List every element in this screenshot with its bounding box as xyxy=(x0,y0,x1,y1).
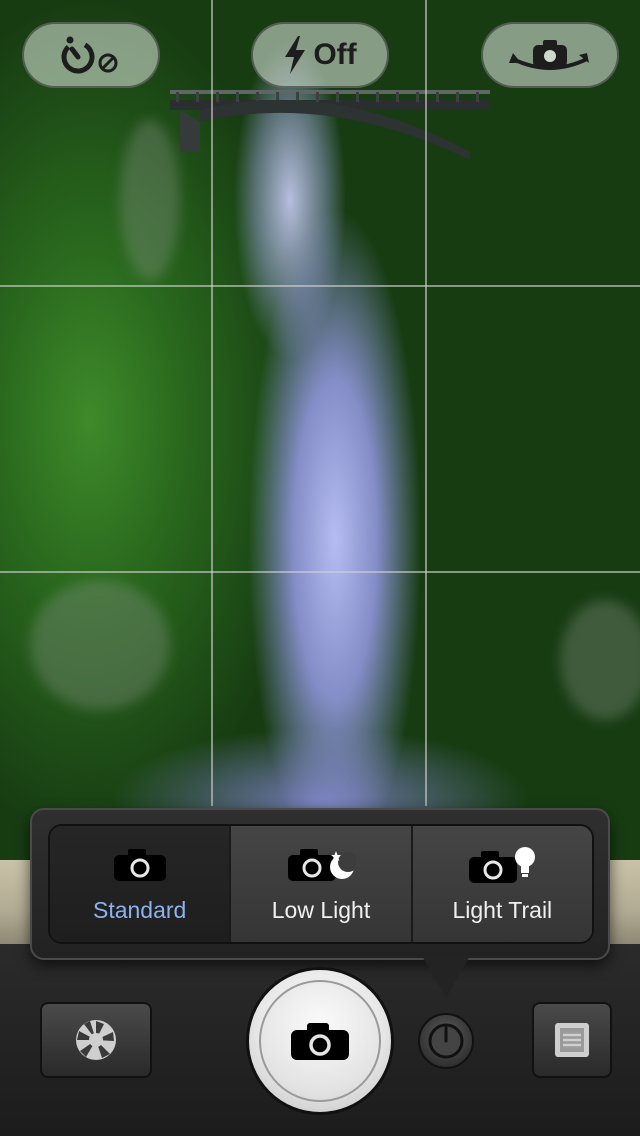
flash-button[interactable]: Off xyxy=(251,22,389,88)
mode-label: Standard xyxy=(92,896,187,923)
mode-selector: Standard Low Light Light Trail xyxy=(48,824,594,944)
mode-label: Light Trail xyxy=(452,896,553,923)
camera-icon xyxy=(291,1023,349,1060)
shutter-inner xyxy=(259,980,381,1102)
self-timer-off-icon xyxy=(61,36,118,74)
grid-line xyxy=(425,0,427,806)
self-timer-button[interactable] xyxy=(22,22,160,88)
mode-dial-icon xyxy=(428,1023,464,1059)
shutter-button[interactable] xyxy=(246,967,394,1115)
camera-moon-icon xyxy=(287,848,356,881)
camera-viewfinder[interactable] xyxy=(0,0,640,860)
grid-line xyxy=(0,571,640,573)
gallery-icon xyxy=(555,1023,589,1057)
camera-icon xyxy=(113,848,166,881)
gallery-button[interactable] xyxy=(532,1002,612,1078)
mode-option-low-light[interactable]: Low Light xyxy=(231,826,413,942)
popover-arrow xyxy=(422,956,470,998)
switch-camera-icon xyxy=(509,40,589,70)
filters-button[interactable] xyxy=(40,1002,152,1078)
mode-label: Low Light xyxy=(271,896,371,923)
switch-camera-button[interactable] xyxy=(481,22,619,88)
mode-option-light-trail[interactable]: Light Trail xyxy=(412,826,592,942)
flash-icon xyxy=(285,36,306,74)
mode-dial-button[interactable] xyxy=(418,1013,474,1069)
grid-line xyxy=(211,0,213,806)
mode-option-standard[interactable]: Standard xyxy=(50,826,232,942)
grid-line xyxy=(0,285,640,287)
flash-label: Off xyxy=(313,38,357,71)
camera-bulb-icon xyxy=(469,846,536,883)
bridge-graphic xyxy=(170,90,490,160)
aperture-icon xyxy=(76,1020,116,1060)
